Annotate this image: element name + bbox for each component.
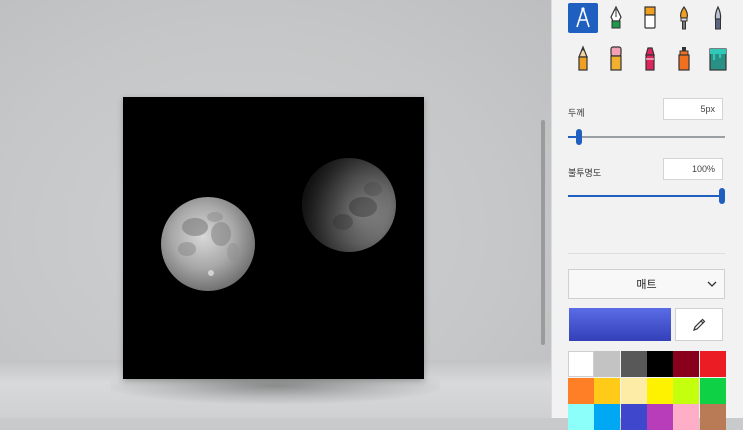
palette-swatch[interactable] (594, 351, 621, 377)
marker-icon (644, 6, 656, 29)
palette-swatch[interactable] (568, 377, 594, 404)
thickness-track (568, 136, 725, 138)
pixel-pen-icon (709, 48, 727, 71)
drawing-canvas[interactable] (123, 97, 424, 379)
brush-pencil[interactable] (568, 44, 598, 74)
eclipsed-moon (302, 158, 396, 252)
canvas-shadow (110, 378, 440, 404)
opacity-slider[interactable] (719, 188, 725, 204)
fountain-pen-icon (610, 5, 622, 29)
chevron-down-icon (707, 281, 717, 287)
palette-swatch[interactable] (568, 404, 594, 430)
spray-can-icon (678, 47, 690, 71)
eyedropper-button[interactable] (675, 308, 723, 341)
palette-swatch[interactable] (673, 404, 700, 430)
palette-swatch[interactable] (699, 377, 726, 404)
brush-pixel-pen[interactable] (703, 44, 733, 74)
full-moon (161, 197, 255, 291)
brush-spray-can[interactable] (669, 44, 699, 74)
moon-image (161, 158, 396, 291)
palette-swatch[interactable] (620, 377, 647, 404)
brush-calligraphy-pen[interactable] (568, 3, 598, 33)
brush-crayon[interactable] (635, 44, 665, 74)
brush-panel: 두께 5px 불투명도 100% 매트 (551, 0, 743, 430)
eyedropper-icon (693, 318, 706, 331)
crayon-icon (645, 47, 655, 71)
palette-swatch[interactable] (646, 377, 673, 404)
brush-fountain-pen[interactable] (601, 3, 631, 33)
thickness-input[interactable]: 5px (663, 98, 723, 120)
palette-swatch[interactable] (594, 404, 621, 430)
oil-brush-icon (680, 5, 688, 30)
panel-divider (568, 253, 725, 254)
eraser-icon (610, 46, 622, 71)
brush-watercolor[interactable] (703, 3, 733, 33)
opacity-track-fill (568, 195, 722, 197)
palette-swatch[interactable] (568, 351, 594, 377)
brush-oil[interactable] (669, 3, 699, 33)
palette-swatch[interactable] (673, 377, 700, 404)
texture-dropdown-value: 매트 (636, 279, 657, 291)
thickness-slider[interactable] (575, 129, 582, 145)
palette-swatch[interactable] (646, 404, 673, 430)
brush-eraser[interactable] (601, 44, 631, 74)
palette-swatch[interactable] (620, 404, 647, 430)
thickness-label: 두께 (568, 108, 585, 118)
palette-swatch[interactable] (699, 404, 726, 430)
current-color-swatch[interactable] (569, 308, 671, 341)
brush-marker[interactable] (635, 3, 665, 33)
opacity-label: 불투명도 (568, 168, 602, 178)
palette-swatch[interactable] (673, 351, 700, 377)
texture-dropdown[interactable]: 매트 (568, 269, 725, 299)
opacity-input[interactable]: 100% (663, 158, 723, 180)
canvas-workspace[interactable] (0, 0, 551, 418)
watercolor-brush-icon (714, 5, 722, 30)
palette-swatch[interactable] (646, 351, 673, 377)
calligraphy-pen-icon (576, 7, 590, 28)
palette-swatch[interactable] (699, 351, 726, 377)
palette-swatch[interactable] (594, 377, 621, 404)
palette-swatch[interactable] (620, 351, 647, 377)
vertical-scrollbar[interactable] (541, 120, 545, 345)
pencil-icon (578, 45, 588, 71)
